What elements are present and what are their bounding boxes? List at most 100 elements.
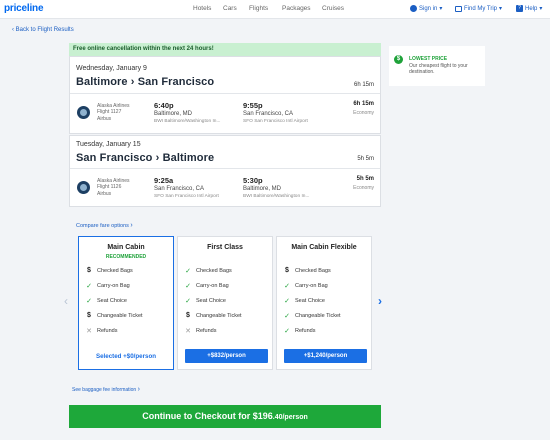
return-segment-card: Tuesday, January 15 San Francisco › Balt… xyxy=(69,135,381,207)
chevron-down-icon: ▾ xyxy=(439,6,443,12)
fare-feature: ✓ Seat Choice xyxy=(84,297,127,305)
check-icon: ✓ xyxy=(284,328,290,335)
feature-label: Seat Choice xyxy=(196,298,226,304)
user-icon xyxy=(410,5,417,12)
continue-to-checkout-button[interactable]: Continue to Checkout for $196.40/person xyxy=(69,405,381,428)
fare-feature: ✓ Changeable Ticket xyxy=(282,312,341,320)
fare-feature: ✓ Checked Bags xyxy=(183,267,232,275)
check-icon: ✓ xyxy=(185,268,191,275)
dollar-icon: $ xyxy=(186,312,190,319)
help-button[interactable]: ? Help ▾ xyxy=(516,5,542,12)
arrive-time: 5:30p xyxy=(243,176,263,185)
leg-duration: 5h 5m xyxy=(356,176,374,182)
cabin-class: Economy xyxy=(353,110,374,116)
find-trip-label: Find My Trip xyxy=(464,5,498,12)
feature-label: Refunds xyxy=(196,328,217,334)
fare-card-main-cabin-flexible[interactable]: Main Cabin Flexible $ Checked Bags ✓ Carry… xyxy=(276,236,372,370)
back-to-results-link[interactable]: ‹ Back to Flight Results xyxy=(12,27,74,33)
chevron-down-icon: ▾ xyxy=(499,6,503,12)
carousel-prev-icon[interactable]: ‹ xyxy=(64,294,68,308)
recommended-badge: RECOMMENDED xyxy=(105,254,147,260)
arrive-city: San Francisco, CA xyxy=(243,111,294,117)
nav-cars[interactable]: Cars xyxy=(223,5,237,12)
checkout-cents: .40/person xyxy=(272,414,308,421)
carousel-next-icon[interactable]: › xyxy=(378,294,382,308)
segment-date: Wednesday, January 9 xyxy=(76,65,147,72)
feature-label: Carry-on Bag xyxy=(196,283,229,289)
selected-label: Selected +$0/person xyxy=(95,353,156,360)
check-icon: ✓ xyxy=(284,313,290,320)
checkout-label: Continue to Checkout for $196 xyxy=(142,411,273,421)
top-bar: priceline Hotels Cars Flights Packages C… xyxy=(0,0,550,19)
depart-city: San Francisco, CA xyxy=(154,186,205,192)
find-my-trip-button[interactable]: Find My Trip ▾ xyxy=(455,5,502,12)
depart-airport: SFO San Francisco Intl Airport xyxy=(154,194,219,199)
leg-duration: 6h 15m xyxy=(353,101,374,107)
depart-city: Baltimore, MD xyxy=(154,111,193,117)
priceline-logo[interactable]: priceline xyxy=(4,3,44,14)
arrive-airport: BWI Baltimore/Washington In... xyxy=(243,194,310,199)
divider xyxy=(70,168,380,169)
nav-hotels[interactable]: Hotels xyxy=(193,5,211,12)
feature-label: Carry-on Bag xyxy=(97,283,130,289)
compare-link-label: Compare fare options xyxy=(76,223,129,229)
nav-flights[interactable]: Flights xyxy=(249,5,268,12)
segment-route: Baltimore › San Francisco xyxy=(76,76,215,88)
check-icon: ✓ xyxy=(284,283,290,290)
cancellation-banner: Free online cancellation within the next… xyxy=(69,43,381,56)
fare-feature: ✓ Carry-on Bag xyxy=(183,282,229,290)
arrive-airport: SFO San Francisco Intl Airport xyxy=(243,119,308,124)
arrive-city: Baltimore, MD xyxy=(243,186,282,192)
divider xyxy=(70,93,380,94)
lowest-price-title: LOWEST PRICE xyxy=(409,56,448,62)
chevron-right-icon: › xyxy=(137,386,140,393)
aircraft-type: Airbus xyxy=(97,190,112,197)
fare-feature: ✓ Seat Choice xyxy=(282,297,325,305)
check-icon: ✓ xyxy=(185,283,191,290)
segment-date: Tuesday, January 15 xyxy=(76,141,141,148)
dollar-icon: $ xyxy=(87,267,91,274)
aircraft-type: Airbus xyxy=(97,115,112,122)
baggage-fee-link[interactable]: See baggage fee information › xyxy=(72,386,140,393)
check-icon: ✓ xyxy=(86,283,92,290)
fare-feature: ✓ Refunds xyxy=(282,327,316,335)
feature-label: Changeable Ticket xyxy=(196,312,242,319)
select-first-class-button[interactable]: +$832/person xyxy=(185,349,268,363)
lowest-price-text: Our cheapest flight to your destination. xyxy=(409,63,468,75)
nav-packages[interactable]: Packages xyxy=(282,5,311,12)
arrive-time: 9:55p xyxy=(243,101,263,110)
feature-label: Checked Bags xyxy=(97,267,133,274)
fare-title: Main Cabin xyxy=(107,244,145,251)
x-icon: ✕ xyxy=(86,328,92,335)
back-link-label: Back to Flight Results xyxy=(15,27,74,33)
check-icon: ✓ xyxy=(185,298,191,305)
fare-feature: ✓ Seat Choice xyxy=(183,297,226,305)
check-icon: ✓ xyxy=(284,298,290,305)
fare-feature: $ Changeable Ticket xyxy=(84,312,143,319)
fare-feature: $ Changeable Ticket xyxy=(183,312,242,319)
chevron-right-icon: › xyxy=(130,222,133,229)
segment-route: San Francisco › Baltimore xyxy=(76,152,215,164)
fare-title: Main Cabin Flexible xyxy=(291,244,357,251)
feature-label: Carry-on Bag xyxy=(295,283,328,289)
select-main-cabin-flexible-button[interactable]: +$1,240/person xyxy=(284,349,367,363)
fare-title: First Class xyxy=(207,244,243,251)
feature-label: Seat Choice xyxy=(97,298,127,304)
feature-label: Refunds xyxy=(295,328,316,334)
sign-in-label: Sign in xyxy=(419,5,438,12)
outbound-segment-card: Wednesday, January 9 Baltimore › San Fra… xyxy=(69,56,381,134)
depart-time: 6:40p xyxy=(154,101,174,110)
feature-label: Checked Bags xyxy=(295,267,331,274)
alaska-airlines-logo xyxy=(77,181,90,194)
fare-card-main-cabin[interactable]: Main Cabin RECOMMENDED $ Checked Bags ✓ Ca… xyxy=(78,236,174,370)
nav-cruises[interactable]: Cruises xyxy=(322,5,344,12)
sign-in-button[interactable]: Sign in ▾ xyxy=(410,5,442,12)
dollar-icon: $ xyxy=(285,267,289,274)
feature-label: Changeable Ticket xyxy=(97,312,143,319)
dollar-icon: $ xyxy=(87,312,91,319)
feature-label: Seat Choice xyxy=(295,298,325,304)
fare-feature: ✕ Refunds xyxy=(84,327,117,335)
compare-fare-options-link[interactable]: Compare fare options › xyxy=(76,222,133,229)
suitcase-icon xyxy=(455,5,462,12)
fare-card-first-class[interactable]: First Class ✓ Checked Bags ✓ Carry-on Bag … xyxy=(177,236,273,370)
